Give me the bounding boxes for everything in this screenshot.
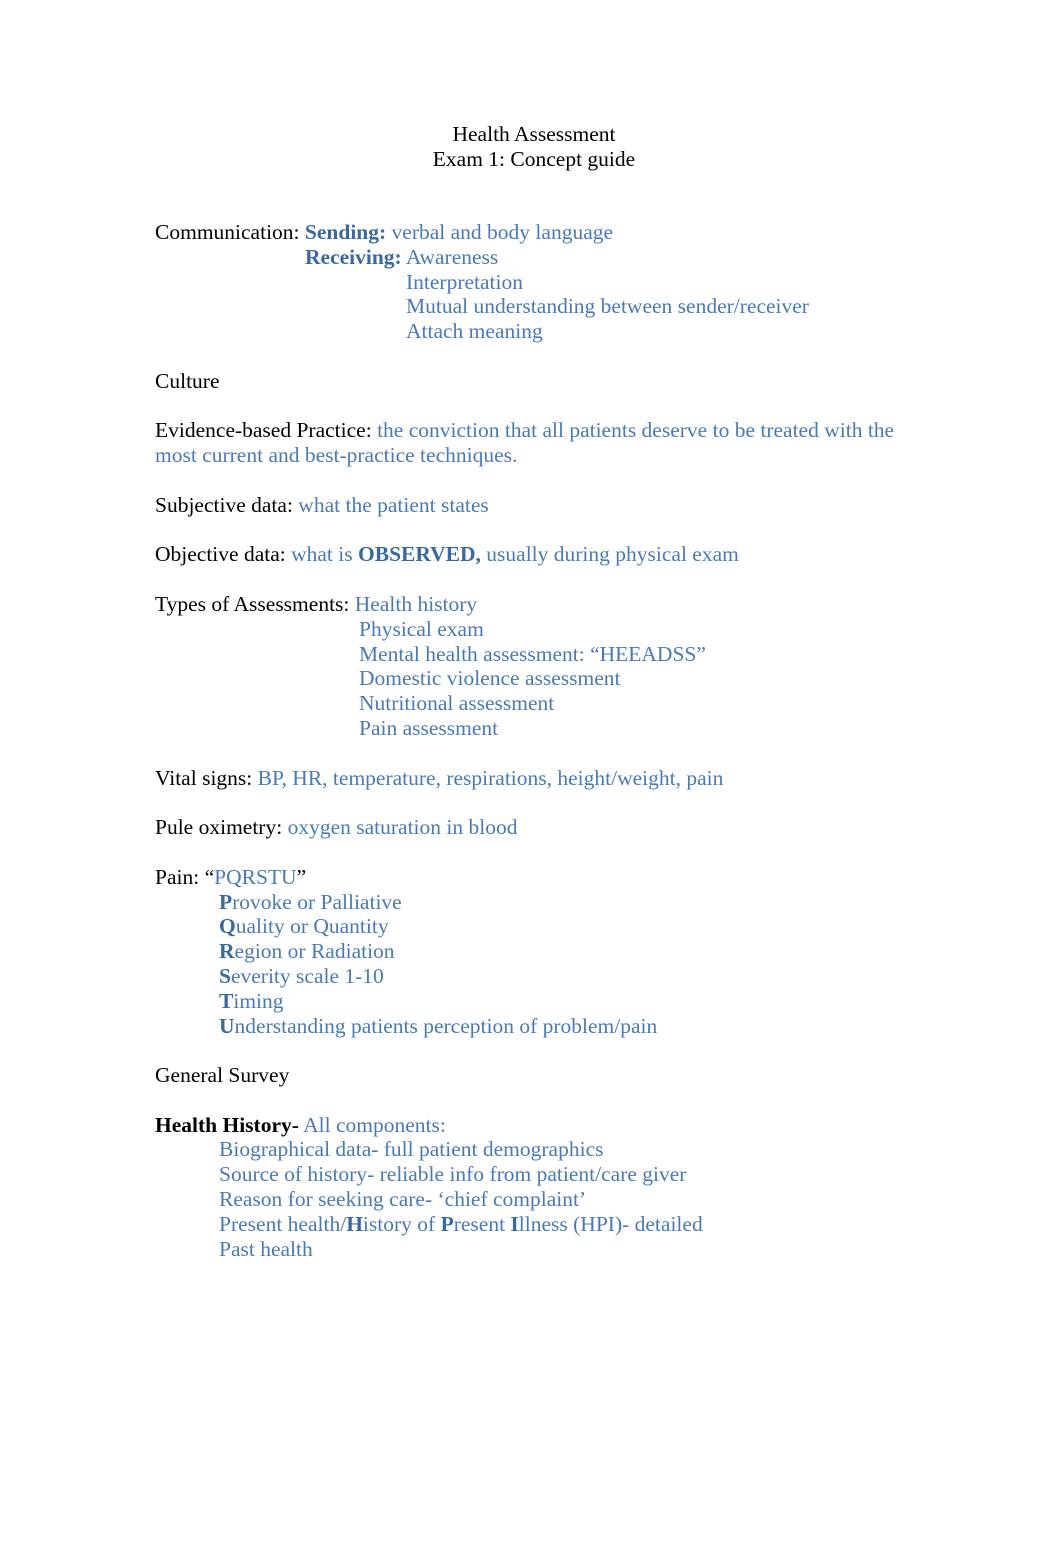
health-history-item: Past health xyxy=(219,1236,313,1261)
communication-label: Communication: xyxy=(155,220,300,244)
pqrstu-item-text: egion or Radiation xyxy=(234,939,395,964)
health-history-line: Health History- All components: xyxy=(155,1113,895,1138)
pqrstu-item: Provoke or Palliative xyxy=(155,890,895,915)
communication-sending-value: verbal and body language xyxy=(386,220,614,244)
pqrstu-item-initial: R xyxy=(219,939,235,964)
types-of-assessments-item: Physical exam xyxy=(359,616,484,641)
pqrstu-item: Quality or Quantity xyxy=(155,914,895,939)
pqrstu-item: Timing xyxy=(155,989,895,1014)
types-of-assessments-item: Nutritional assessment xyxy=(359,691,555,716)
pqrstu-item: Understanding patients perception of pro… xyxy=(155,1014,895,1039)
pain-line: Pain: “PQRSTU” xyxy=(155,865,895,890)
types-of-assessments-item: Domestic violence assessment xyxy=(359,666,621,691)
pain-label: Pain: “ xyxy=(155,864,215,889)
pqrstu-item: Severity scale 1-10 xyxy=(155,964,895,989)
document-page: Health Assessment Exam 1: Concept guide … xyxy=(0,0,1062,1556)
document-body: Health Assessment Exam 1: Concept guide … xyxy=(155,122,895,1261)
subjective-data-line: Subjective data: what the patient states xyxy=(155,493,895,518)
types-of-assessments-label: Types of Assessments: xyxy=(155,591,350,616)
health-history-label: Health History- xyxy=(155,1112,299,1137)
communication-receiving-value: Awareness xyxy=(401,244,499,269)
culture-heading: Culture xyxy=(155,368,220,393)
pqrstu-item-text: nderstanding patients perception of prob… xyxy=(234,1013,658,1038)
pain-label-close: ” xyxy=(296,864,307,889)
pqrstu-item-initial: P xyxy=(219,889,233,914)
types-of-assessments-item: Pain assessment xyxy=(359,715,499,740)
pqrstu-item-text: uality or Quantity xyxy=(235,914,389,939)
vital-signs-label: Vital signs: xyxy=(155,765,253,790)
pqrstu-item-initial: T xyxy=(219,988,234,1013)
health-history-item-segment-emphasis: I xyxy=(510,1211,519,1236)
evidence-based-practice-line: Evidence-based Practice: the conviction … xyxy=(155,418,895,468)
vital-signs-line: Vital signs: BP, HR, temperature, respir… xyxy=(155,766,895,791)
pqrstu-item-initial: U xyxy=(219,1013,235,1038)
pain-acronym: PQRSTU xyxy=(214,864,297,889)
health-history-item: Reason for seeking care- ‘chief complain… xyxy=(219,1187,587,1212)
document-title-line-2: Exam 1: Concept guide xyxy=(432,147,636,171)
health-history-item: Present health/History of Present Illnes… xyxy=(155,1212,895,1237)
communication-receiving-item: Mutual understanding between sender/rece… xyxy=(406,294,809,319)
title-spacer xyxy=(155,172,895,220)
health-history-item-segment-emphasis: H xyxy=(346,1211,363,1236)
general-survey-heading: General Survey xyxy=(155,1063,290,1088)
objective-data-line: Objective data: what is OBSERVED, usuall… xyxy=(155,542,895,567)
pqrstu-item-text: iming xyxy=(233,988,284,1013)
health-history-item-segment: Present health/ xyxy=(219,1211,347,1236)
types-of-assessments-line: Types of Assessments: Health history xyxy=(155,592,895,617)
pqrstu-item-text: rovoke or Palliative xyxy=(232,889,402,914)
objective-data-emphasis: OBSERVED, xyxy=(358,542,481,567)
evidence-based-practice-label: Evidence-based Practice: xyxy=(155,418,372,443)
objective-data-label: Objective data: xyxy=(155,542,286,567)
communication-receiving-label: Receiving: xyxy=(305,244,402,269)
pqrstu-item: Region or Radiation xyxy=(155,939,895,964)
health-history-item-segment-emphasis: P xyxy=(440,1211,454,1236)
objective-data-value-suffix: usually during physical exam xyxy=(480,542,739,567)
pulse-oximetry-value: oxygen saturation in blood xyxy=(282,815,518,840)
pqrstu-item-initial: Q xyxy=(219,914,236,939)
objective-data-value-prefix: what is xyxy=(285,542,358,567)
health-history-item: Biographical data- full patient demograp… xyxy=(219,1137,604,1162)
health-history-value: All components: xyxy=(298,1112,446,1137)
communication-sending-line: Communication: Sending: verbal and body … xyxy=(155,220,895,245)
communication-receiving-line: Receiving: Awareness xyxy=(155,245,895,270)
pqrstu-item-initial: S xyxy=(219,963,231,988)
health-history-item-segment: resent xyxy=(453,1211,511,1236)
pqrstu-item-text: everity scale 1-10 xyxy=(230,963,384,988)
vital-signs-value: BP, HR, temperature, respirations, heigh… xyxy=(252,765,724,790)
subjective-data-label: Subjective data: xyxy=(155,492,293,517)
health-history-item: Source of history- reliable info from pa… xyxy=(219,1162,687,1187)
health-history-item-segment: llness (HPI)- detailed xyxy=(518,1211,703,1236)
health-history-item-segment: istory of xyxy=(362,1211,441,1236)
communication-receiving-item: Attach meaning xyxy=(406,319,543,344)
pulse-oximetry-label: Pule oximetry: xyxy=(155,815,283,840)
subjective-data-value: what the patient states xyxy=(292,492,489,517)
communication-receiving-item: Interpretation xyxy=(406,269,524,294)
pulse-oximetry-line: Pule oximetry: oxygen saturation in bloo… xyxy=(155,815,895,840)
types-of-assessments-first-item: Health history xyxy=(349,591,478,616)
communication-sending-label: Sending: xyxy=(304,220,387,244)
document-title-line-1: Health Assessment xyxy=(452,122,616,146)
types-of-assessments-item: Mental health assessment: “HEEADSS” xyxy=(359,641,706,666)
